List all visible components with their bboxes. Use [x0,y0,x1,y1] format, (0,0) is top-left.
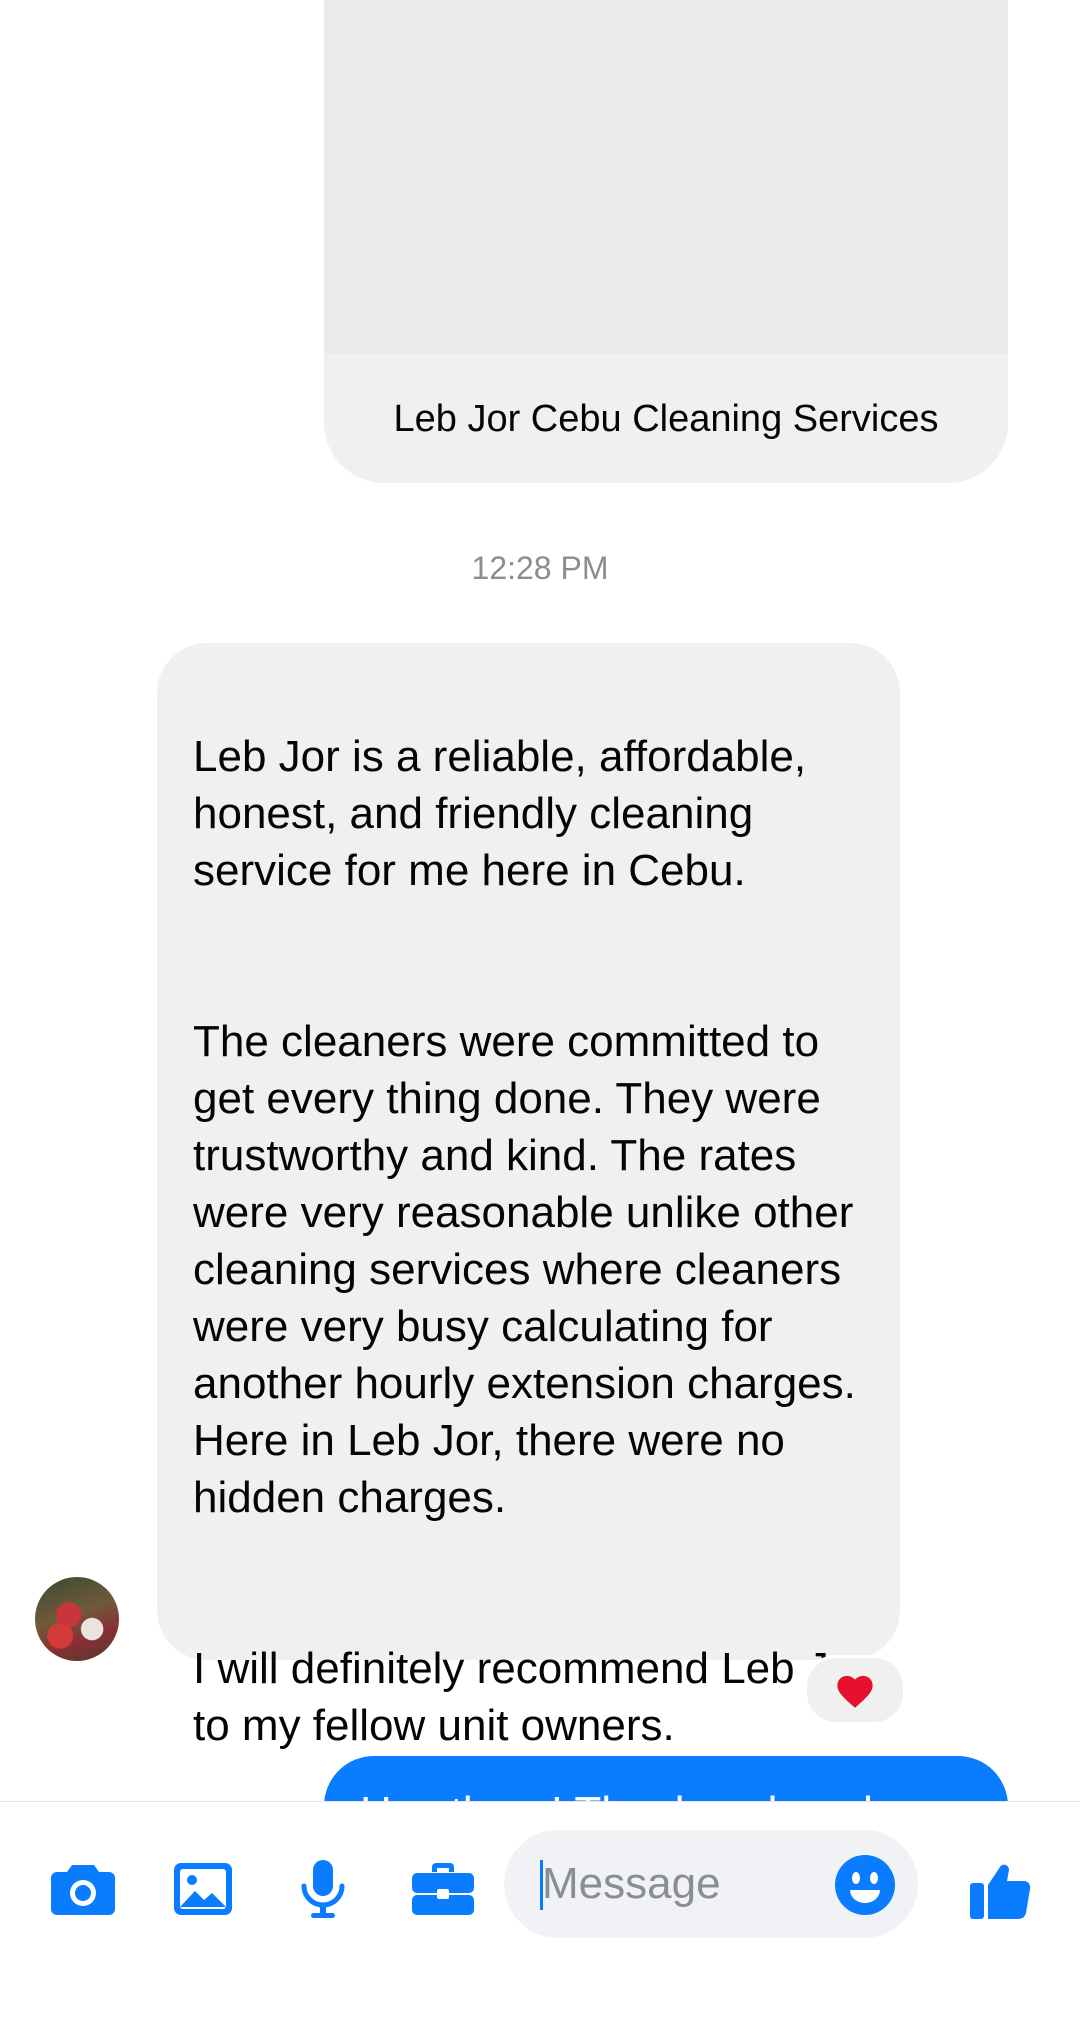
tools-button[interactable] [405,1851,481,1927]
message-paragraph: Leb Jor is a reliable, affordable, hones… [193,732,807,895]
camera-icon [51,1865,115,1915]
message-input[interactable]: Message [504,1830,918,1938]
image-icon [174,1863,232,1915]
link-preview-image [324,0,1008,354]
shared-link-card[interactable]: Leb Jor Cebu Cleaning Services [324,0,1008,483]
sender-avatar[interactable] [35,1577,119,1661]
link-card-title: Leb Jor Cebu Cleaning Services [393,398,939,440]
message-composer: Message [0,1801,1080,2032]
heart-reaction[interactable] [804,1655,906,1725]
message-paragraph: The cleaners were committed to get every… [193,1017,856,1522]
message-placeholder: Message [542,1859,721,1908]
heart-icon [837,1675,873,1708]
message-paragraph: I will definitely recommend Leb Jor to m… [193,1644,868,1750]
emoji-icon[interactable] [834,1854,896,1916]
microphone-icon [301,1860,345,1918]
message-timestamp: 12:28 PM [471,550,609,586]
incoming-message-bubble[interactable]: Leb Jor is a reliable, affordable, hones… [157,643,900,1750]
voice-button[interactable] [285,1851,361,1927]
camera-button[interactable] [45,1851,121,1927]
like-button[interactable] [962,1851,1038,1927]
briefcase-icon [412,1863,474,1915]
gallery-button[interactable] [165,1851,241,1927]
thumbs-up-icon [970,1864,1031,1919]
